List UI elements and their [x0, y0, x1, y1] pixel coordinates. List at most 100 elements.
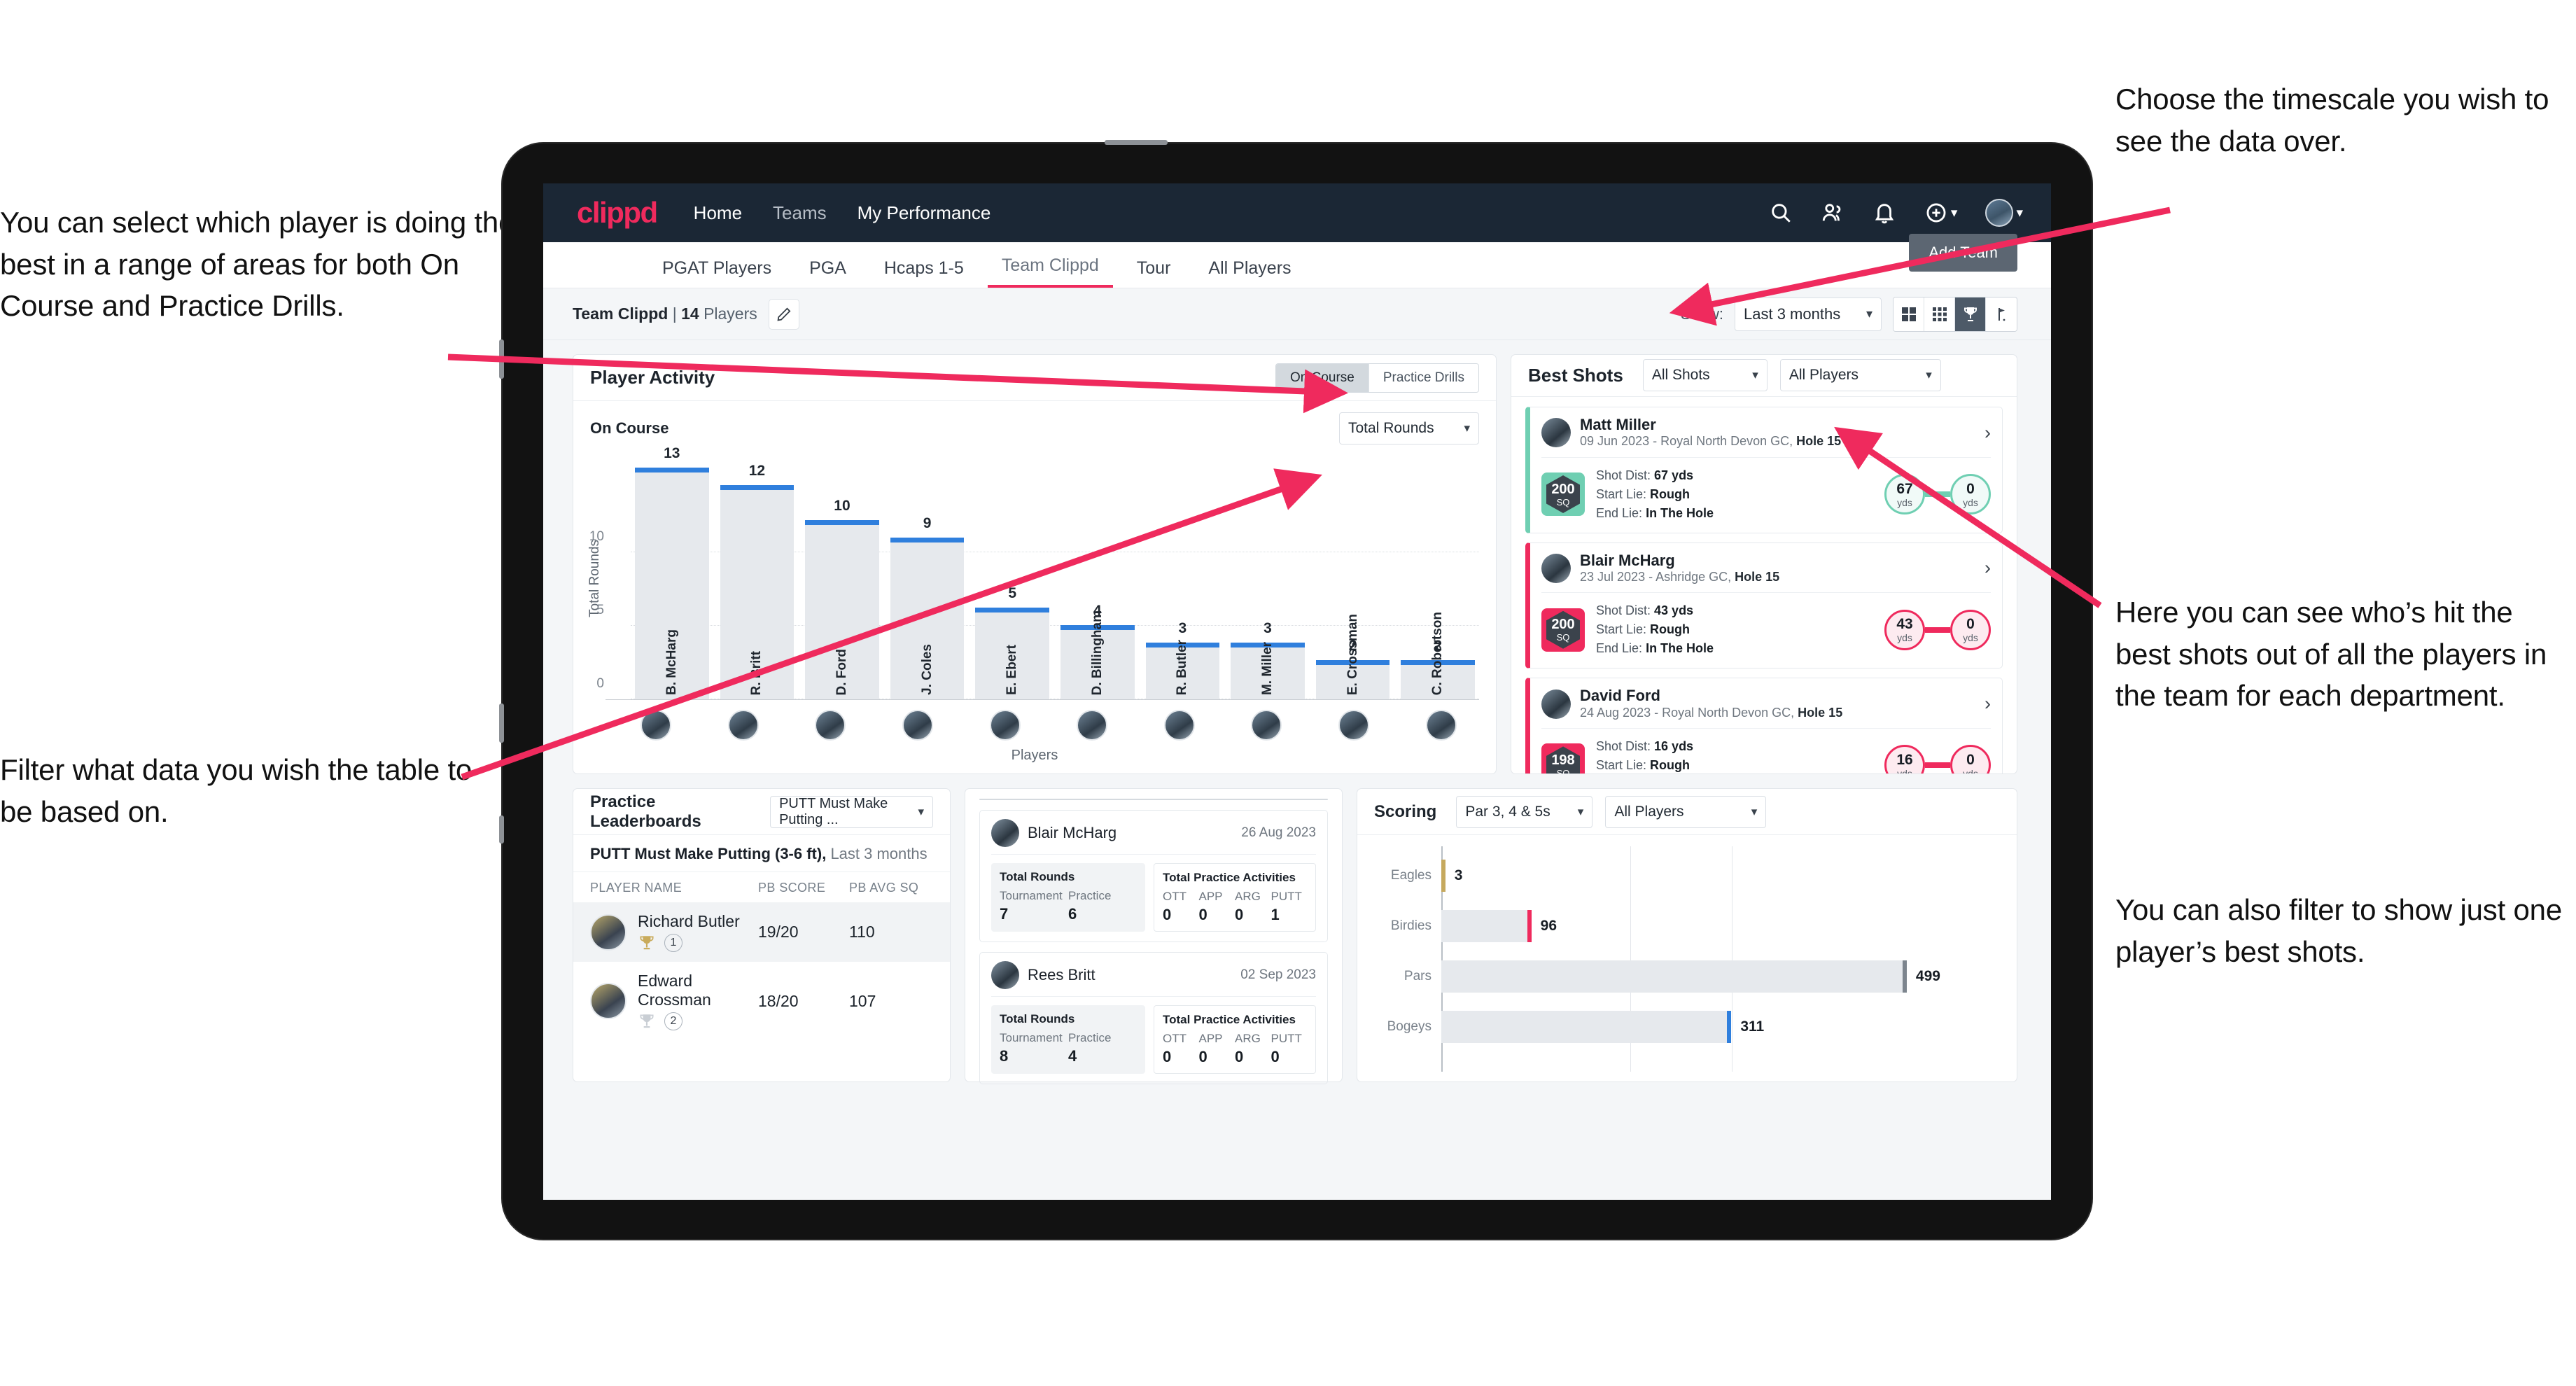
- leaderboard-pb-avg-sq: 110: [849, 923, 875, 941]
- segment-practice-drills[interactable]: Practice Drills: [1368, 363, 1478, 392]
- nav-link-my-performance[interactable]: My Performance: [858, 202, 991, 224]
- chart-bar-group[interactable]: 4 D. Billingham: [1060, 454, 1135, 699]
- player-avatar[interactable]: [1054, 710, 1130, 741]
- practice-value: 0: [1235, 1048, 1244, 1065]
- best-shot-body: 200 SQ Shot Dist: 43 yds Start Lie: Rough En…: [1541, 593, 1991, 658]
- bezel-volume-down: [499, 704, 504, 743]
- player-avatar[interactable]: [1228, 710, 1305, 741]
- chart-bar-value: 3: [1178, 620, 1187, 636]
- player-avatar[interactable]: [880, 710, 956, 741]
- chevron-down-icon: ▾: [1950, 205, 1958, 220]
- chart-bar-group[interactable]: 2 E. Crossman: [1315, 454, 1390, 699]
- best-shot-player: Matt Miller: [1580, 415, 1656, 433]
- scoring-player-filter[interactable]: All Players ▾: [1605, 795, 1767, 828]
- avatar: [1163, 710, 1195, 741]
- bezel-power-button: [1105, 140, 1168, 145]
- people-icon[interactable]: [1821, 201, 1844, 225]
- dashboard-row-top: Player Activity On Course Practice Drill…: [573, 354, 2017, 774]
- chart-bar-group[interactable]: 9 J. Coles: [890, 454, 965, 699]
- player-avatar[interactable]: [706, 710, 782, 741]
- chart-bar-label: R. Britt: [749, 650, 764, 695]
- chart-bar-group[interactable]: 5 E. Ebert: [975, 454, 1049, 699]
- shot-quality-unit: SQ: [1556, 632, 1570, 643]
- drill-select[interactable]: PUTT Must Make Putting ... ▾: [770, 795, 933, 828]
- tab-tour[interactable]: Tour: [1123, 258, 1185, 288]
- tab-pgat-players[interactable]: PGAT Players: [648, 258, 785, 288]
- nav-link-teams[interactable]: Teams: [773, 202, 827, 224]
- tab-hcaps-1-5[interactable]: Hcaps 1-5: [870, 258, 978, 288]
- chevron-down-icon: ▾: [1464, 421, 1470, 435]
- player-avatar[interactable]: [967, 710, 1043, 741]
- avatar: [727, 710, 759, 741]
- scoring-par-filter[interactable]: Par 3, 4 & 5s ▾: [1456, 795, 1593, 828]
- chart-bar-group[interactable]: 3 M. Miller: [1231, 454, 1305, 699]
- shot-start-bubble: 16 yds: [1884, 745, 1925, 774]
- leaderboard-row[interactable]: Richard Butler 1 19/20 110: [573, 902, 950, 962]
- trophy-icon: [640, 1014, 654, 1028]
- chart-bar-group[interactable]: 2 C. Robertson: [1401, 454, 1475, 699]
- chevron-right-icon[interactable]: ›: [1984, 557, 1991, 579]
- player-activity-header: Player Activity On Course Practice Drill…: [573, 355, 1496, 401]
- grid-small-icon: [1932, 307, 1947, 321]
- nav-link-home[interactable]: Home: [694, 202, 742, 224]
- scoring-row[interactable]: Birdies 96: [1374, 901, 2000, 951]
- plus-circle-menu[interactable]: ▾: [1924, 201, 1958, 225]
- practice-activities-title: Total Practice Activities: [1163, 1013, 1296, 1026]
- tab-all-players[interactable]: All Players: [1194, 258, 1305, 288]
- chart-bar-value: 3: [1264, 620, 1272, 636]
- best-shot-card[interactable]: Matt Miller 09 Jun 2023 - Royal North Dev…: [1525, 406, 2003, 533]
- chevron-down-icon: ▾: [1752, 368, 1758, 382]
- clippd-logo[interactable]: clippd: [577, 196, 658, 230]
- best-shot-card[interactable]: Blair McHarg 23 Jul 2023 - Ashridge GC, H…: [1525, 542, 2003, 669]
- scoring-row[interactable]: Bogeys 311: [1374, 1002, 2000, 1052]
- player-avatar[interactable]: [618, 710, 694, 741]
- trophy-icon: [640, 936, 654, 950]
- shot-start-value: 67: [1896, 480, 1913, 497]
- view-grid-small-button[interactable]: [1924, 297, 1955, 331]
- scoring-chart: Eagles 3 Birdies 96 Pars 499 Bogeys 311: [1357, 835, 2017, 1082]
- scoring-row[interactable]: Eagles 3: [1374, 850, 2000, 901]
- tab-team-clippd[interactable]: Team Clippd: [987, 255, 1113, 288]
- leaderboard-row[interactable]: Edward Crossman 2 18/20 107: [573, 962, 950, 1040]
- metric-select[interactable]: Total Rounds ▾: [1339, 412, 1479, 444]
- view-trophy-button[interactable]: [1955, 297, 1986, 331]
- player-avatar[interactable]: [1142, 710, 1218, 741]
- activity-item[interactable]: Blair McHarg 26 Aug 2023 Total Rounds Tourn…: [979, 810, 1328, 942]
- rounds-value: 7: [1000, 905, 1009, 923]
- avatar-menu[interactable]: ▾: [1985, 199, 2023, 227]
- bell-icon[interactable]: [1872, 201, 1896, 225]
- best-shots-player-filter[interactable]: All Players ▾: [1779, 359, 1941, 392]
- practice-key: ARG: [1235, 1032, 1261, 1045]
- practice-value: 0: [1198, 906, 1208, 923]
- shot-end-bubble: 0 yds: [1950, 745, 1991, 774]
- chart-bar-group[interactable]: 3 R. Butler: [1145, 454, 1220, 699]
- scoring-bar: [1441, 1011, 1731, 1043]
- best-shot-card[interactable]: David Ford 24 Aug 2023 - Royal North Devo…: [1525, 678, 2003, 774]
- chevron-right-icon[interactable]: ›: [1984, 422, 1991, 444]
- add-team-button[interactable]: Add Team: [1909, 234, 2017, 272]
- view-grid-large-button[interactable]: [1893, 297, 1924, 331]
- view-flag-button[interactable]: [1986, 297, 2017, 331]
- scoring-value: 311: [1740, 1018, 1765, 1035]
- chart-bar-label: R. Butler: [1175, 639, 1190, 695]
- chart-bar-group[interactable]: 10 D. Ford: [805, 454, 879, 699]
- chart-bar-label: D. Ford: [834, 648, 849, 696]
- chevron-right-icon[interactable]: ›: [1984, 693, 1991, 715]
- chart-bar-group[interactable]: 12 R. Britt: [720, 454, 794, 699]
- best-shot-meta: 09 Jun 2023 - Royal North Devon GC, Hole…: [1580, 434, 1842, 449]
- edit-team-button[interactable]: [768, 298, 799, 330]
- tab-pga[interactable]: PGA: [795, 258, 860, 288]
- scoring-row[interactable]: Pars 499: [1374, 951, 2000, 1002]
- player-avatar[interactable]: [1316, 710, 1392, 741]
- chart-bar-group[interactable]: 13 B. McHarg: [635, 445, 709, 699]
- search-icon[interactable]: [1769, 201, 1793, 225]
- practice-leaderboards-rows: Richard Butler 1 19/20 110 Edward Crossman 2 1…: [573, 902, 950, 1040]
- player-avatar[interactable]: [1403, 710, 1479, 741]
- activity-item[interactable]: Rees Britt 02 Sep 2023 Total Rounds Tournam…: [979, 952, 1328, 1084]
- y-tick-10: 10: [589, 529, 604, 544]
- player-avatar[interactable]: [792, 710, 869, 741]
- team-separator: |: [672, 304, 677, 323]
- best-shots-shot-filter[interactable]: All Shots ▾: [1642, 359, 1768, 392]
- segment-on-course[interactable]: On Course: [1276, 363, 1368, 392]
- timescale-select[interactable]: Last 3 months ▾: [1735, 297, 1882, 331]
